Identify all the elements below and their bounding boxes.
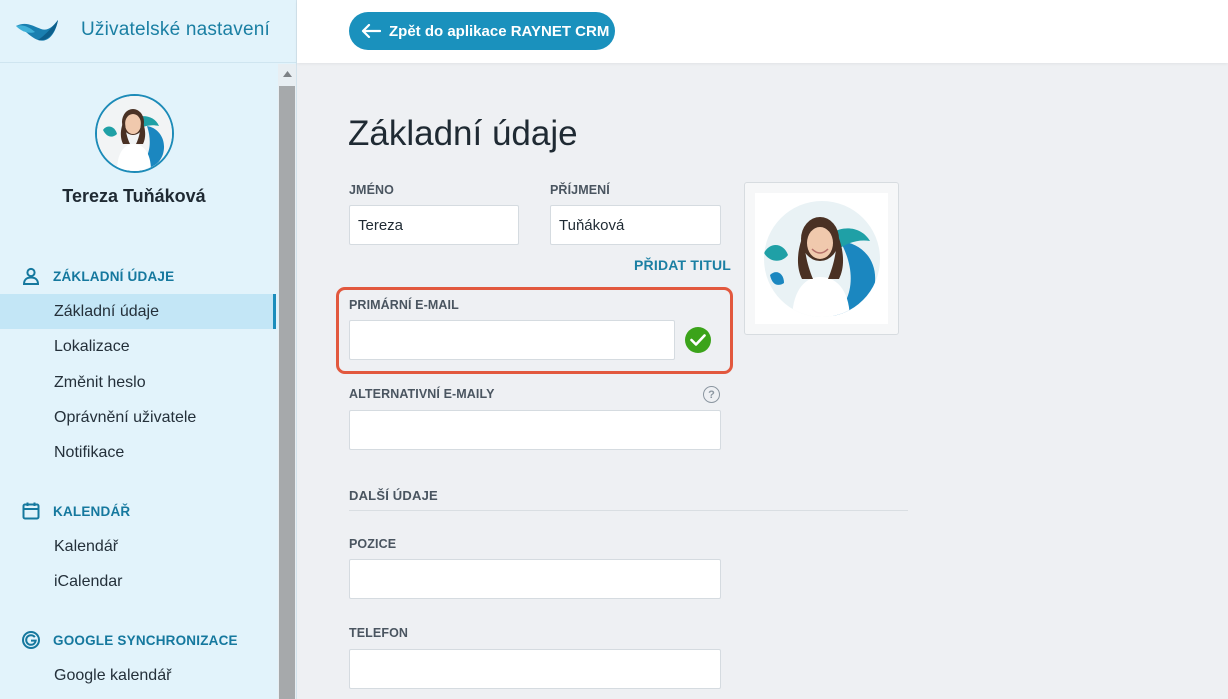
calendar-icon [20,501,42,521]
sidebar-header: Uživatelské nastavení [0,0,297,63]
sidebar-item-notifications[interactable]: Notifikace [0,435,276,470]
sidebar-item-icalendar[interactable]: iCalendar [0,564,276,599]
sidebar-item-change-password[interactable]: Změnit heslo [0,365,276,400]
sidebar-item-permissions[interactable]: Oprávnění uživatele [0,400,276,435]
sidebar-item-basic-info[interactable]: Základní údaje [0,294,276,329]
profile-photo-upload[interactable] [744,182,899,335]
section-title: GOOGLE SYNCHRONIZACE [53,632,238,648]
back-to-crm-button[interactable]: Zpět do aplikace RAYNET CRM [349,12,615,50]
primary-email-label: PRIMÁRNÍ E-MAIL [349,298,459,312]
section-calendar: KALENDÁŘ [20,501,130,521]
help-icon[interactable]: ? [703,386,720,403]
arrow-left-icon [361,24,381,38]
sidebar: Uživatelské nastavení Tereza Tuňáková ZÁ… [0,0,297,699]
top-bar: Zpět do aplikace RAYNET CRM [297,0,1228,63]
last-name-input[interactable] [550,205,721,245]
sidebar-nav: Tereza Tuňáková ZÁKLADNÍ ÚDAJE Základní … [0,64,278,699]
back-button-label: Zpět do aplikace RAYNET CRM [389,22,610,40]
last-name-label: PŘÍJMENÍ [550,183,610,197]
section-google-sync: GOOGLE SYNCHRONIZACE [20,630,238,650]
position-input[interactable] [349,559,721,599]
settings-title: Uživatelské nastavení [81,19,271,40]
google-icon [20,630,42,650]
first-name-label: JMÉNO [349,183,394,197]
person-icon [20,266,42,286]
phone-input[interactable] [349,649,721,689]
verified-check-icon [685,327,711,353]
scrollbar-thumb[interactable] [279,86,295,699]
add-title-link[interactable]: PŘIDAT TITUL [634,257,731,273]
sidebar-item-calendar[interactable]: Kalendář [0,529,276,564]
scroll-up-arrow-icon[interactable] [278,64,296,84]
profile-photo-icon [763,200,880,317]
user-photo-icon [97,96,172,171]
section-title: KALENDÁŘ [53,503,131,519]
sidebar-scrollbar[interactable] [278,64,296,699]
sidebar-item-localization[interactable]: Lokalizace [0,329,276,364]
more-info-section-title: DALŠÍ ÚDAJE [349,488,438,503]
section-basic-info: ZÁKLADNÍ ÚDAJE [20,266,174,286]
section-title: ZÁKLADNÍ ÚDAJE [53,268,175,284]
section-divider [349,510,908,511]
alt-emails-input[interactable] [349,410,721,450]
avatar[interactable] [95,94,174,173]
phone-label: TELEFON [349,626,409,640]
alt-emails-label: ALTERNATIVNÍ E-MAILY [349,387,495,401]
first-name-input[interactable] [349,205,519,245]
raynet-logo-icon[interactable] [14,14,60,44]
position-label: POZICE [349,537,397,551]
page-title: Základní údaje [348,114,578,153]
user-name: Tereza Tuňáková [62,186,206,206]
primary-email-input[interactable] [349,320,675,360]
profile-photo [755,193,888,324]
sidebar-item-google-calendar[interactable]: Google kalendář [0,658,276,693]
